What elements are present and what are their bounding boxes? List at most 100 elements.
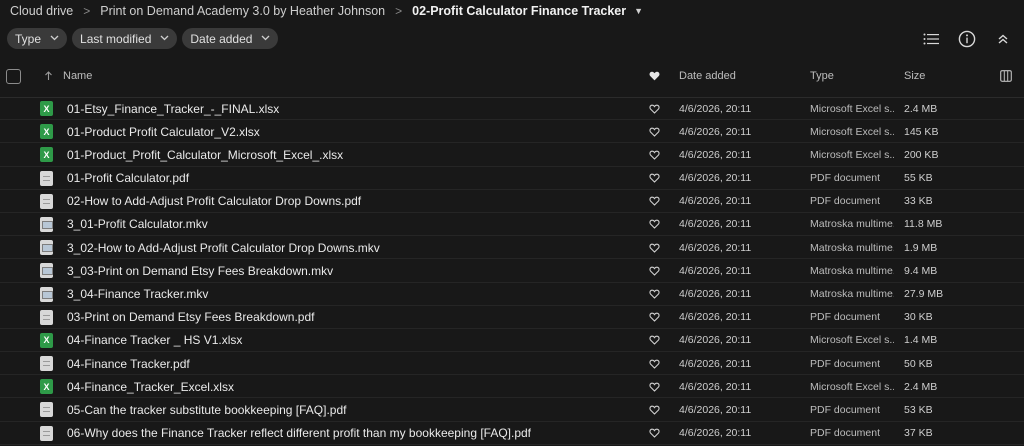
filter-date-added[interactable]: Date added: [182, 28, 279, 49]
heart-icon[interactable]: [649, 283, 660, 306]
info-icon[interactable]: [956, 28, 978, 50]
file-date-added: 4/6/2026, 20:11: [679, 148, 752, 161]
heart-icon[interactable]: [649, 259, 660, 282]
heart-icon[interactable]: [649, 213, 660, 236]
table-row[interactable]: 3_02-How to Add-Adjust Profit Calculator…: [0, 236, 1024, 260]
chevron-down-icon: [261, 34, 270, 43]
table-row[interactable]: 04-Finance Tracker.pdf 4/6/2026, 20:11 PDF…: [0, 352, 1024, 376]
filter-type[interactable]: Type: [7, 28, 68, 49]
column-header-name[interactable]: Name: [63, 65, 92, 87]
file-name[interactable]: 01-Etsy_Finance_Tracker_-_FINAL.xlsx: [67, 97, 279, 120]
column-header-size[interactable]: Size: [904, 65, 925, 87]
heart-icon[interactable]: [649, 398, 660, 421]
heart-icon[interactable]: [649, 97, 660, 120]
heart-icon[interactable]: [649, 352, 660, 375]
video-icon: [40, 240, 53, 256]
file-name[interactable]: 3_03-Print on Demand Etsy Fees Breakdown…: [67, 259, 333, 282]
file-type: Matroska multime...: [810, 241, 894, 254]
filter-last-modified[interactable]: Last modified: [72, 28, 178, 49]
list-view-icon[interactable]: [920, 28, 942, 50]
breadcrumb-cloud-drive[interactable]: Cloud drive: [10, 4, 73, 18]
chevron-down-icon[interactable]: ▼: [634, 6, 643, 16]
table-row[interactable]: X 04-Finance_Tracker_Excel.xlsx 4/6/2026, …: [0, 375, 1024, 399]
file-type: Matroska multime...: [810, 264, 894, 277]
file-name[interactable]: 06-Why does the Finance Tracker reflect …: [67, 422, 531, 445]
file-date-added: 4/6/2026, 20:11: [679, 334, 752, 347]
file-type-icon: [40, 422, 53, 445]
pdf-icon: [40, 309, 53, 325]
file-name[interactable]: 01-Profit Calculator.pdf: [67, 167, 189, 190]
filter-last-modified-label: Last modified: [80, 31, 152, 46]
file-date-added: 4/6/2026, 20:11: [679, 264, 752, 277]
file-type: PDF document: [810, 403, 881, 416]
file-size: 145 KB: [904, 125, 939, 138]
select-all-checkbox[interactable]: [6, 68, 21, 84]
heart-icon[interactable]: [649, 167, 660, 190]
file-type: Microsoft Excel s...: [810, 380, 894, 393]
file-name[interactable]: 01-Product Profit Calculator_V2.xlsx: [67, 120, 260, 143]
chevron-down-icon: [160, 34, 169, 43]
table-row[interactable]: X 01-Product_Profit_Calculator_Microsoft_…: [0, 143, 1024, 167]
column-header-favourite-icon[interactable]: [649, 65, 660, 87]
breadcrumb-current-folder[interactable]: 02-Profit Calculator Finance Tracker: [412, 4, 626, 18]
table-row[interactable]: 06-Why does the Finance Tracker reflect …: [0, 422, 1024, 445]
heart-icon[interactable]: [649, 143, 660, 166]
breadcrumb-separator: >: [83, 4, 91, 18]
file-type: PDF document: [810, 172, 881, 185]
file-size: 1.4 MB: [904, 334, 938, 347]
file-type: PDF document: [810, 311, 881, 324]
table-row[interactable]: 02-How to Add-Adjust Profit Calculator D…: [0, 190, 1024, 213]
column-header-type[interactable]: Type: [810, 65, 834, 87]
table-row[interactable]: 3_04-Finance Tracker.mkv 4/6/2026, 20:11 M…: [0, 283, 1024, 306]
file-size: 27.9 MB: [904, 288, 944, 300]
table-row[interactable]: X 01-Etsy_Finance_Tracker_-_FINAL.xlsx 4/6…: [0, 97, 1024, 121]
heart-icon[interactable]: [649, 329, 660, 352]
file-name[interactable]: 04-Finance Tracker _ HS V1.xlsx: [67, 329, 242, 352]
file-size: 50 KB: [904, 357, 933, 370]
heart-icon[interactable]: [649, 236, 660, 259]
file-name[interactable]: 3_02-How to Add-Adjust Profit Calculator…: [67, 236, 380, 259]
table-row[interactable]: X 01-Product Profit Calculator_V2.xlsx 4/6…: [0, 120, 1024, 144]
table-row[interactable]: X 04-Finance Tracker _ HS V1.xlsx 4/6/2026…: [0, 329, 1024, 353]
file-size: 200 KB: [904, 148, 939, 161]
heart-icon[interactable]: [649, 306, 660, 329]
file-name[interactable]: 04-Finance Tracker.pdf: [67, 352, 190, 375]
table-row[interactable]: 03-Print on Demand Etsy Fees Breakdown.p…: [0, 306, 1024, 329]
file-size: 53 KB: [904, 403, 933, 416]
file-name[interactable]: 05-Can the tracker substitute bookkeepin…: [67, 398, 347, 421]
file-type: Microsoft Excel s...: [810, 102, 894, 115]
table-row[interactable]: 3_01-Profit Calculator.mkv 4/6/2026, 20:1…: [0, 213, 1024, 237]
file-type: PDF document: [810, 195, 881, 208]
file-name[interactable]: 03-Print on Demand Etsy Fees Breakdown.p…: [67, 306, 314, 329]
table-row[interactable]: 01-Profit Calculator.pdf 4/6/2026, 20:11 P…: [0, 167, 1024, 190]
heart-icon[interactable]: [649, 190, 660, 213]
file-date-added: 4/6/2026, 20:11: [679, 288, 752, 300]
file-date-added: 4/6/2026, 20:11: [679, 218, 752, 231]
sort-arrow-up-icon[interactable]: [44, 65, 53, 87]
table-row[interactable]: 05-Can the tracker substitute bookkeepin…: [0, 398, 1024, 422]
file-name[interactable]: 01-Product_Profit_Calculator_Microsoft_E…: [67, 143, 343, 166]
heart-icon[interactable]: [649, 422, 660, 445]
file-type-icon: X: [40, 143, 53, 166]
breadcrumb-course-folder[interactable]: Print on Demand Academy 3.0 by Heather J…: [100, 4, 385, 18]
column-settings-icon[interactable]: [1000, 65, 1012, 87]
heart-icon[interactable]: [649, 120, 660, 143]
file-name[interactable]: 3_01-Profit Calculator.mkv: [67, 213, 208, 236]
collapse-icon[interactable]: [992, 28, 1014, 50]
file-type: Microsoft Excel s...: [810, 125, 894, 138]
file-name[interactable]: 02-How to Add-Adjust Profit Calculator D…: [67, 190, 361, 213]
filter-type-label: Type: [15, 31, 42, 46]
file-name[interactable]: 04-Finance_Tracker_Excel.xlsx: [67, 375, 234, 398]
file-size: 55 KB: [904, 172, 933, 185]
pdf-icon: [40, 193, 53, 209]
table-row[interactable]: 3_03-Print on Demand Etsy Fees Breakdown…: [0, 259, 1024, 283]
chevron-down-icon: [50, 34, 59, 43]
file-date-added: 4/6/2026, 20:11: [679, 172, 752, 185]
file-type-icon: X: [40, 97, 53, 120]
column-header-date-added[interactable]: Date added: [679, 65, 736, 87]
video-icon: [40, 263, 53, 279]
file-name[interactable]: 3_04-Finance Tracker.mkv: [67, 283, 208, 306]
file-type-icon: [40, 306, 53, 329]
file-date-added: 4/6/2026, 20:11: [679, 195, 752, 208]
heart-icon[interactable]: [649, 375, 660, 398]
